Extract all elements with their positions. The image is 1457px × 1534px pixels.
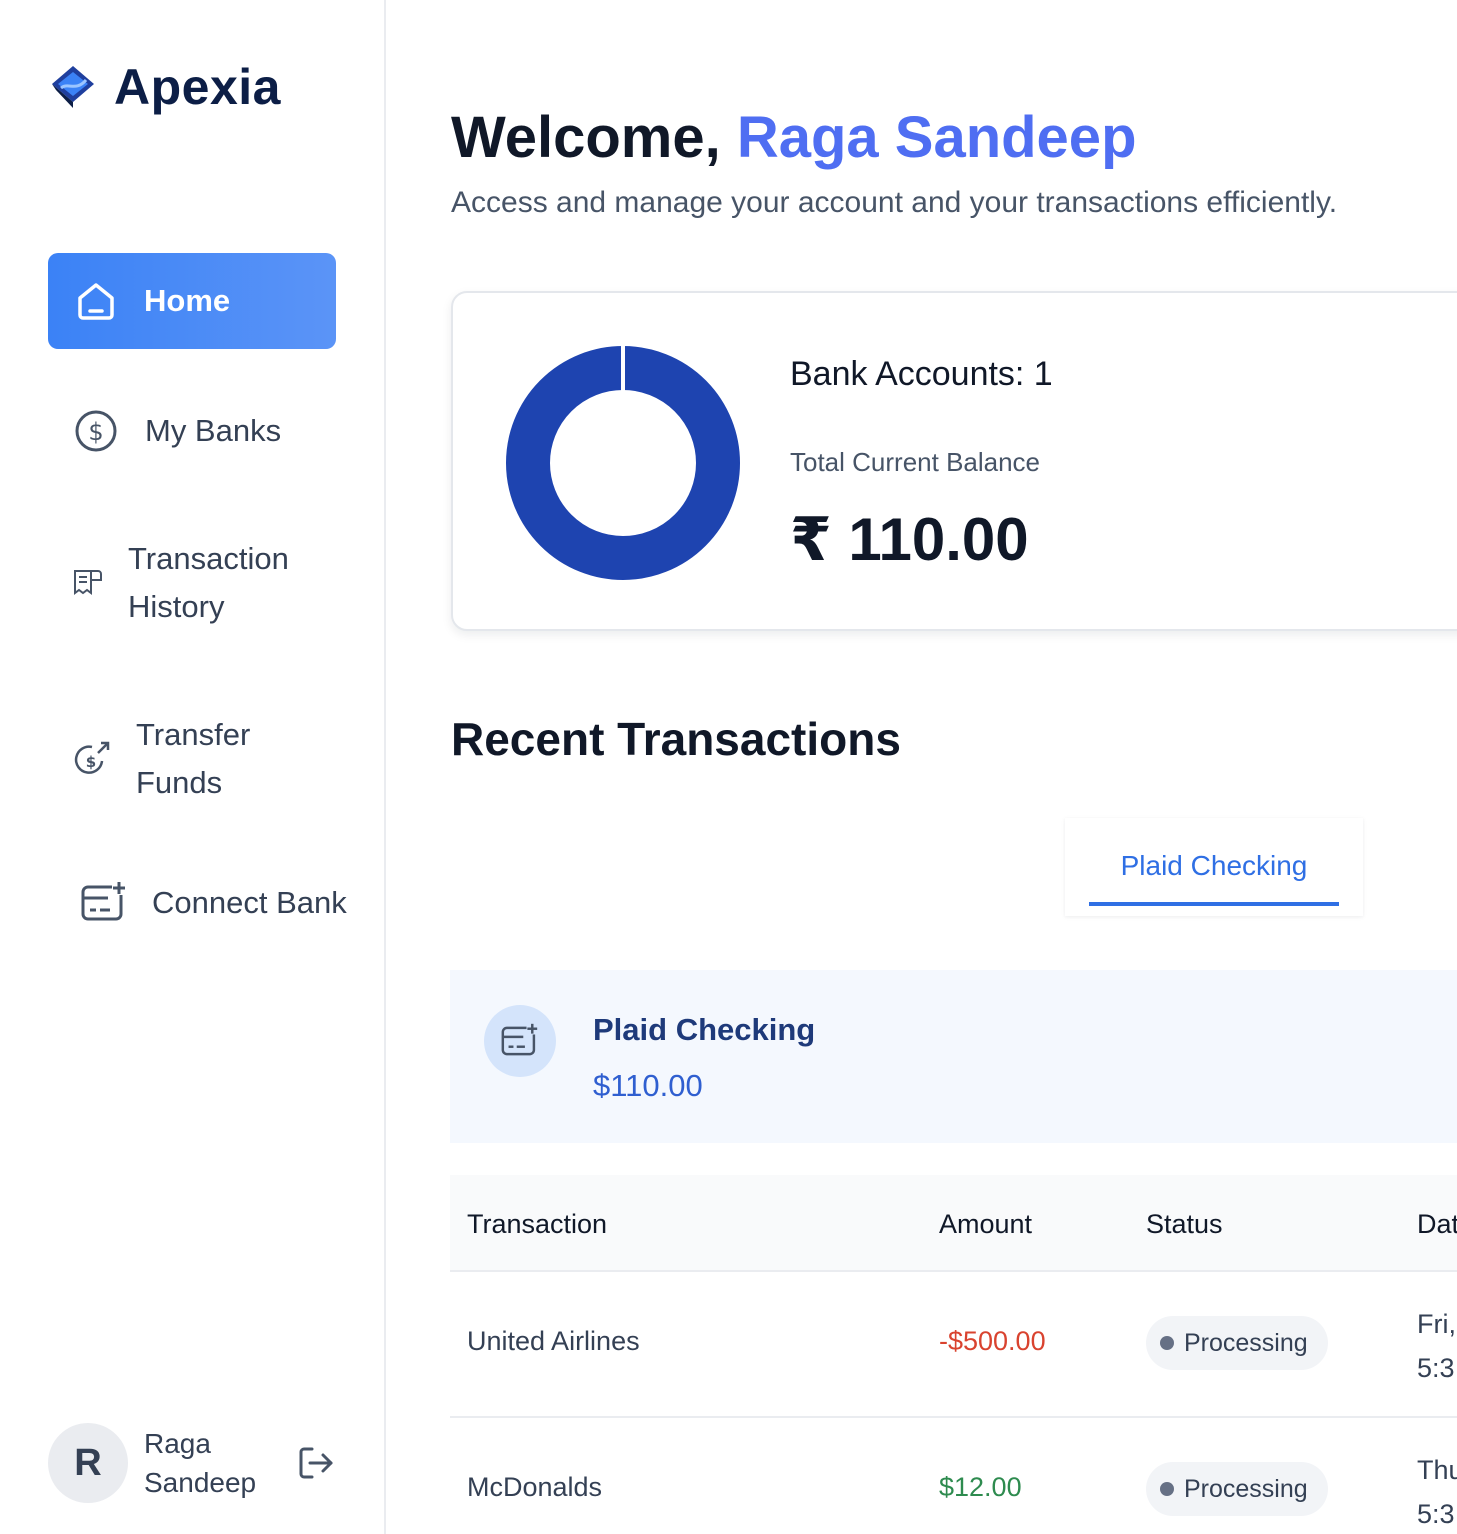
user-name: Raga Sandeep (144, 1424, 274, 1502)
date-line: Thu (1417, 1455, 1457, 1485)
date-line: Fri, (1417, 1309, 1456, 1339)
date-line: 5:3 (1417, 1353, 1455, 1383)
label-line: Transaction (128, 541, 289, 576)
sidebar-item-transfer-funds[interactable]: $ Transfer Funds (72, 711, 250, 807)
bank-info-banner[interactable]: Plaid Checking $110.00 (450, 970, 1457, 1143)
status-text: Processing (1184, 1328, 1308, 1357)
column-header-status: Status (1146, 1209, 1223, 1239)
user-profile[interactable]: R Raga Sandeep (48, 1423, 274, 1503)
total-balance-label: Total Current Balance (790, 447, 1041, 477)
table-row[interactable]: United Airlines -$500.00 Processing Fri,… (450, 1272, 1457, 1418)
transactions-table: Transaction Amount Status Dat United Air… (450, 1175, 1457, 1534)
transaction-amount: $12.00 (939, 1472, 1022, 1502)
brand-name: Apexia (114, 59, 281, 115)
card-add-icon (501, 1023, 538, 1056)
sidebar-item-home[interactable]: Home (48, 253, 336, 349)
money-send-icon: $ (74, 741, 110, 774)
label-line: Funds (136, 765, 223, 800)
column-header-amount: Amount (939, 1209, 1033, 1239)
card-add-icon (81, 881, 126, 921)
tab-plaid-checking[interactable]: Plaid Checking (1089, 846, 1339, 906)
sidebar-item-label: Connect Bank (152, 885, 347, 920)
label-line: Transfer (136, 717, 251, 752)
page-title: Welcome, Raga Sandeep (451, 104, 1137, 171)
transaction-amount: -$500.00 (939, 1326, 1046, 1356)
transaction-date: Fri, 5:3 (1417, 1302, 1456, 1390)
dollar-circle-icon: $ (75, 410, 117, 452)
greeting-user-name: Raga Sandeep (736, 105, 1137, 170)
column-header-date: Dat (1417, 1209, 1457, 1239)
home-icon (78, 283, 114, 320)
label-line: History (128, 589, 225, 624)
user-name-line: Raga (144, 1428, 211, 1459)
apexia-logo-icon (52, 66, 94, 108)
sidebar-item-my-banks[interactable]: $ My Banks (74, 405, 281, 457)
greeting-text: Welcome, (451, 105, 737, 170)
sidebar-item-label: Transfer Funds (136, 711, 250, 807)
sidebar-item-connect-bank[interactable]: Connect Bank (80, 877, 347, 929)
svg-text:$: $ (86, 753, 96, 771)
column-header-transaction: Transaction (467, 1209, 608, 1239)
bank-icon-wrapper (484, 1005, 556, 1077)
total-balance-card: Bank Accounts: 1 Total Current Balance ₹… (451, 291, 1457, 631)
balance-donut-chart (506, 345, 740, 580)
user-name-line: Sandeep (144, 1467, 257, 1498)
page-subtitle: Access and manage your account and your … (451, 186, 1338, 219)
avatar: R (48, 1423, 128, 1503)
sidebar-item-label: Transaction History (128, 535, 289, 631)
date-line: 5:3 (1417, 1499, 1455, 1529)
total-balance-amount: ₹ 110.00 (790, 506, 1029, 573)
table-header: Transaction Amount Status Dat (450, 1175, 1457, 1272)
status-text: Processing (1184, 1474, 1308, 1503)
sidebar-item-label: My Banks (145, 413, 282, 448)
status-badge: Processing (1146, 1316, 1328, 1370)
bank-name: Plaid Checking (593, 1012, 816, 1047)
receipt-icon (74, 570, 102, 595)
status-dot (1160, 1482, 1174, 1496)
bank-accounts-count: Bank Accounts: 1 (790, 355, 1053, 393)
sidebar-item-label: Home (144, 283, 231, 318)
main-content: Welcome, Raga Sandeep Access and manage … (386, 0, 1457, 1534)
app-root: Apexia Home $ My Banks Transaction Histo… (0, 0, 1457, 1534)
table-row[interactable]: McDonalds $12.00 Processing Thu 5:3 (450, 1418, 1457, 1534)
transaction-name: United Airlines (467, 1326, 640, 1356)
sidebar-item-transaction-history[interactable]: Transaction History (72, 535, 289, 631)
transaction-name: McDonalds (467, 1472, 603, 1502)
status-badge: Processing (1146, 1462, 1328, 1516)
bank-tabs: Plaid Checking (1065, 818, 1363, 916)
recent-transactions-title: Recent Transactions (451, 713, 901, 765)
bank-balance: $110.00 (593, 1068, 703, 1103)
sidebar: Apexia Home $ My Banks Transaction Histo… (0, 0, 386, 1534)
svg-text:$: $ (88, 418, 103, 446)
logout-icon[interactable] (296, 1443, 336, 1483)
brand[interactable]: Apexia (48, 58, 281, 116)
transaction-date: Thu 5:3 (1417, 1448, 1457, 1534)
status-dot (1160, 1336, 1174, 1350)
